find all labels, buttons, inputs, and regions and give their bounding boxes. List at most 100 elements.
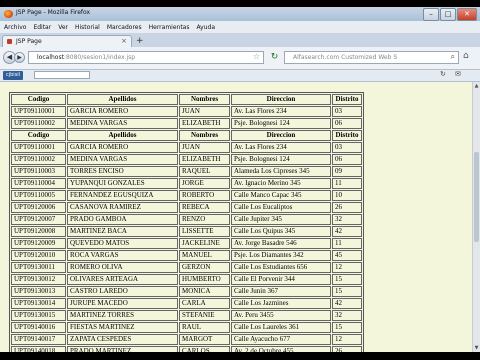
cell-apellidos: ZAPATA CESPEDES <box>67 334 178 345</box>
table-row: UPT09130015 MARTINEZ TORRES STEFANIE Av. Pe… <box>11 310 362 321</box>
cell-apellidos: MARTINEZ TORRES <box>67 310 178 321</box>
cell-nombres: RENZO <box>179 214 230 225</box>
cell-apellidos: MEDINA VARGAS <box>67 154 178 165</box>
table-row: UPT09110001 GARCIA ROMERO JUAN Av. Las Flor… <box>11 106 362 117</box>
new-tab-button[interactable]: + <box>136 36 144 46</box>
bookmark-star-icon[interactable]: ☆ <box>253 52 260 61</box>
cell-nombres: LISSETTE <box>179 226 230 237</box>
close-button[interactable]: ✕ <box>457 8 477 21</box>
cell-direccion: Calle Manco Capac 345 <box>231 190 331 201</box>
cell-nombres: MARGOT <box>179 334 230 345</box>
cell-nombres: HUMBERTO <box>179 274 230 285</box>
menu-ayuda[interactable]: Ayuda <box>196 24 215 31</box>
cell-codigo: UPT09110001 <box>11 106 66 117</box>
browser-window: JSP Page - Mozilla Firefox – □ ✕ Archivo… <box>0 7 480 352</box>
cell-nombres: ROBERTO <box>179 190 230 201</box>
url-bar[interactable]: localhost:8080/sesion1/index.jsp ☆ <box>28 51 264 64</box>
search-placeholder: Alfasearch.com Customized Web S <box>293 54 398 61</box>
cell-distrito: 06 <box>332 154 362 165</box>
firefox-icon <box>4 10 13 18</box>
table-row: UPT09140016 FIESTAS MARTINEZ RAUL Calle Los… <box>11 322 362 333</box>
menu-historial[interactable]: Historial <box>75 24 100 31</box>
cell-apellidos: FIESTAS MARTINEZ <box>67 322 178 333</box>
cell-distrito: 45 <box>332 250 362 261</box>
cell-distrito: 09 <box>332 166 362 177</box>
cell-apellidos: GARCIA ROMERO <box>67 106 178 117</box>
cell-nombres: ELIZABETH <box>179 118 230 129</box>
table-row: UPT09130012 OLIVARES ARTEAGA HUMBERTO Calle… <box>11 274 362 285</box>
cell-nombres: STEFANIE <box>179 310 230 321</box>
cell-direccion: Calle Ayacucho 677 <box>231 334 331 345</box>
search-bar[interactable]: Alfasearch.com Customized Web S ⌕ <box>284 51 459 64</box>
toolbar-combo[interactable] <box>34 71 90 79</box>
cell-apellidos: QUEVEDO MATOS <box>67 238 178 249</box>
table-row: UPT09110002 MEDINA VARGAS ELIZABETH Psje. B… <box>11 154 362 165</box>
cell-direccion: Calle Los Estudiantes 656 <box>231 262 331 273</box>
column-header-direccion: Direccion <box>231 94 331 105</box>
cell-direccion: Psje. Bolognesi 124 <box>231 118 331 129</box>
search-icon[interactable]: ⌕ <box>451 52 455 62</box>
cell-codigo: UPT09120010 <box>11 250 66 261</box>
cell-apellidos: TORRES ENCISO <box>67 166 178 177</box>
vertical-scrollbar[interactable]: ▲ ▼ <box>472 82 480 352</box>
cell-direccion: Calle Los Eucaliptos <box>231 202 331 213</box>
reload-button[interactable]: ↻ <box>268 51 281 64</box>
table-row: UPT09120009 QUEVEDO MATOS JACKELINE Av. Jor… <box>11 238 362 249</box>
cell-direccion: Psje. Los Diamantes 342 <box>231 250 331 261</box>
cell-distrito: 03 <box>332 142 362 153</box>
scroll-down-icon[interactable]: ▼ <box>473 345 480 351</box>
cell-codigo: UPT09110004 <box>11 178 66 189</box>
cell-codigo: UPT09130011 <box>11 262 66 273</box>
cell-apellidos: CASTRO LAREDO <box>67 286 178 297</box>
table-row: UPT09140017 ZAPATA CESPEDES MARGOT Calle Ay… <box>11 334 362 345</box>
table-row: UPT09130013 CASTRO LAREDO MONICA Calle Juni… <box>11 286 362 297</box>
cell-codigo: UPT09120007 <box>11 214 66 225</box>
menu-marcadores[interactable]: Marcadores <box>107 24 142 31</box>
forward-button[interactable]: ▶ <box>14 52 25 63</box>
column-header-distrito: Distrito <box>332 130 362 141</box>
column-header-apellidos: Apellidos <box>67 130 178 141</box>
cell-direccion: Calle Los Jazmines <box>231 298 331 309</box>
column-header-apellidos: Apellidos <box>67 94 178 105</box>
menu-bar: Archivo Editar Ver Historial Marcadores … <box>0 21 480 33</box>
tab-close-icon[interactable]: × <box>121 37 127 45</box>
menu-ver[interactable]: Ver <box>58 24 68 31</box>
cell-distrito: 42 <box>332 226 362 237</box>
cell-direccion: Av. Las Flores 234 <box>231 106 331 117</box>
menu-editar[interactable]: Editar <box>33 24 51 31</box>
menu-herramientas[interactable]: Herramientas <box>149 24 190 31</box>
toolbar-badge[interactable]: cjbisil <box>3 71 24 80</box>
scroll-up-icon[interactable]: ▲ <box>473 83 480 89</box>
refresh-icon[interactable]: ↻ <box>440 70 446 78</box>
cell-distrito: 03 <box>332 106 362 117</box>
cell-distrito: 15 <box>332 274 362 285</box>
maximize-button[interactable]: □ <box>440 8 456 21</box>
table-row: UPT09110001 GARCIA ROMERO JUAN Av. Las Flor… <box>11 142 362 153</box>
home-button[interactable]: ⌂ <box>463 51 469 61</box>
cell-codigo: UPT09120009 <box>11 238 66 249</box>
table-row: UPT09130014 JURUPE MACEDO CARLA Calle Los J… <box>11 298 362 309</box>
extension-toolbar: cjbisil ↻ ✉ <box>0 70 480 82</box>
cell-distrito: 10 <box>332 190 362 201</box>
cell-direccion: Av. Ignacio Merino 345 <box>231 178 331 189</box>
cell-codigo: UPT09130015 <box>11 310 66 321</box>
cell-codigo: UPT09110001 <box>11 142 66 153</box>
window-title: JSP Page - Mozilla Firefox <box>16 9 91 16</box>
cell-direccion: Av. Las Flores 234 <box>231 142 331 153</box>
cell-direccion: Calle Jupiter 345 <box>231 214 331 225</box>
cell-direccion: Alameda Los Cipreses 345 <box>231 166 331 177</box>
cell-codigo: UPT09110002 <box>11 154 66 165</box>
cell-direccion: Av. Peru 3455 <box>231 310 331 321</box>
scroll-thumb[interactable] <box>474 152 479 242</box>
menu-archivo[interactable]: Archivo <box>4 24 26 31</box>
cell-codigo: UPT09140016 <box>11 322 66 333</box>
tab-strip: JSP Page × + <box>0 33 480 47</box>
tab-jsp-page[interactable]: JSP Page × <box>2 35 132 47</box>
letterbox-bar <box>0 352 480 360</box>
cell-apellidos: ROCA VARGAS <box>67 250 178 261</box>
url-host: localhost <box>37 54 64 61</box>
mail-icon[interactable]: ✉ <box>455 70 461 78</box>
title-bar: JSP Page - Mozilla Firefox – □ ✕ <box>0 7 480 21</box>
page-content: Codigo Apellidos Nombres Direccion Distrito U… <box>0 82 472 352</box>
minimize-button[interactable]: – <box>423 8 439 21</box>
